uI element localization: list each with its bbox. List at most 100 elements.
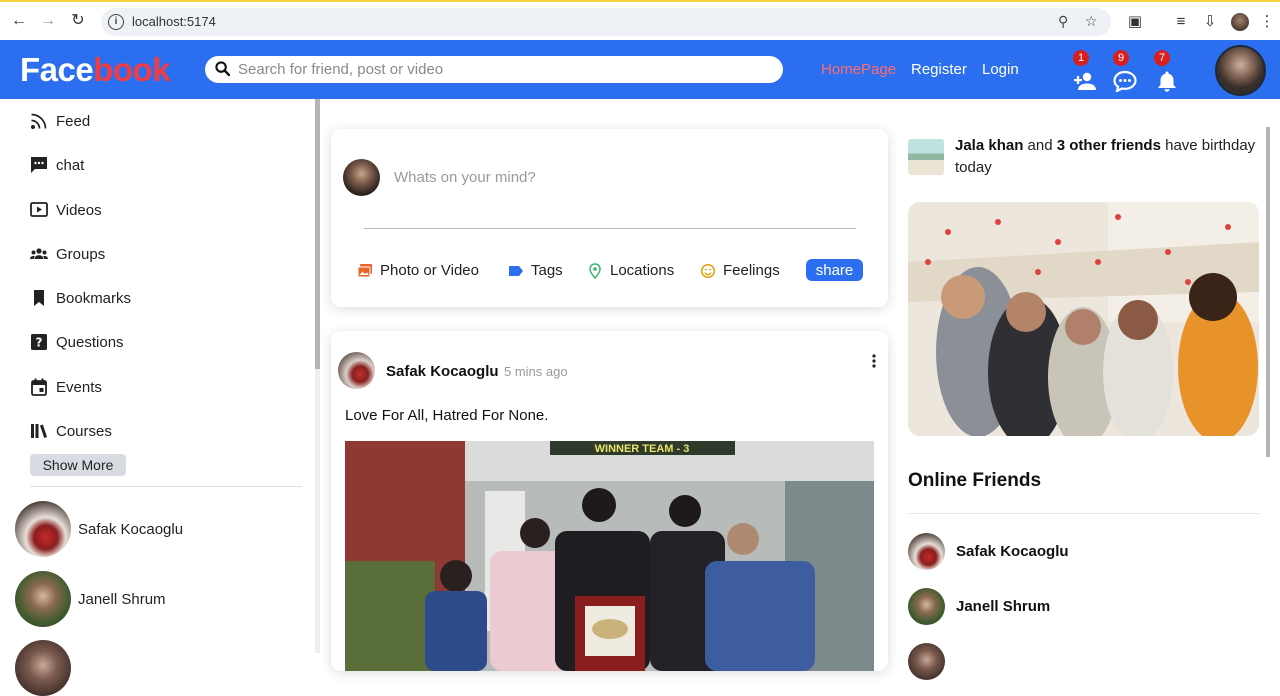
question-icon: ? [31, 334, 47, 350]
logo-part2: book [93, 51, 171, 88]
more-vertical-icon[interactable] [868, 353, 880, 369]
share-option-tags[interactable]: Tags [508, 262, 563, 279]
reload-icon[interactable]: ↻ [68, 11, 88, 31]
sidebar-item-label: Feed [56, 112, 91, 130]
notification-badge: 7 [1154, 50, 1170, 66]
avatar [908, 533, 945, 570]
online-friend[interactable]: Janell Shrum [908, 588, 1050, 625]
nav-link-homepage[interactable]: HomePage [821, 61, 896, 78]
post-image[interactable]: WINNER TEAM - 3 [345, 441, 874, 671]
messages-icon[interactable] [1113, 70, 1137, 92]
share-option-label: Locations [610, 262, 675, 279]
right-scrollbar-thumb[interactable] [1266, 127, 1270, 457]
notifications-bell-icon[interactable] [1155, 70, 1179, 92]
search-input[interactable] [238, 59, 768, 80]
share-option-feelings[interactable]: Feelings [700, 262, 780, 279]
sidebar-item-label: chat [56, 156, 85, 174]
sidebar-item-label: Videos [56, 201, 102, 219]
share-box: Whats on your mind? Photo or Video Tags … [331, 129, 888, 307]
logo-part1: Face [20, 51, 94, 88]
nav-link-register[interactable]: Register [911, 61, 967, 78]
online-friends-title: Online Friends [908, 470, 1042, 491]
browser-menu-icon[interactable]: ⋮ [1256, 11, 1278, 33]
url-text[interactable]: localhost:5174 [132, 14, 216, 29]
sidebar-item-courses[interactable]: Courses [30, 420, 112, 442]
birthday-and: and [1027, 137, 1053, 154]
online-friend[interactable] [908, 643, 956, 680]
extensions-icon[interactable]: ▣ [1124, 11, 1146, 33]
nav-link-login[interactable]: Login [982, 61, 1019, 78]
sidebar-item-label: Groups [56, 245, 106, 263]
post-card: Safak Kocaoglu 5 mins ago Love For All, … [331, 331, 888, 671]
avatar [15, 640, 71, 696]
post-text: Love For All, Hatred For None. [345, 407, 549, 424]
photo-icon [357, 263, 372, 277]
online-divider [908, 513, 1260, 514]
sidebar-item-label: Questions [56, 333, 124, 351]
share-option-label: Feelings [723, 262, 780, 279]
sidebar-friend[interactable]: Janell Shrum [15, 571, 166, 627]
browser-toolbar: ← → ↻ i localhost:5174 ⚲ ☆ ▣ ≡ ⇩ ⋮ [0, 0, 1280, 40]
online-friend[interactable]: Safak Kocaoglu [908, 533, 1069, 570]
sidebar-item-videos[interactable]: Videos [30, 199, 102, 221]
message-badge: 9 [1113, 50, 1129, 66]
sidebar-item-label: Courses [56, 422, 112, 440]
avatar[interactable] [338, 352, 375, 389]
user-avatar[interactable] [1215, 45, 1266, 96]
avatar [15, 571, 71, 627]
birthday-friend-name: Jala khan [955, 137, 1024, 154]
banner-text: WINNER TEAM - 3 [595, 443, 690, 455]
sidebar-item-bookmarks[interactable]: Bookmarks [30, 287, 131, 309]
sidebar-item-events[interactable]: Events [30, 376, 102, 398]
party-photo [908, 202, 1259, 436]
whats-on-your-mind-input[interactable]: Whats on your mind? [394, 169, 536, 186]
sidebar-item-feed[interactable]: Feed [30, 110, 90, 132]
groups-icon [30, 248, 48, 259]
share-option-photo[interactable]: Photo or Video [357, 262, 479, 279]
search-bar [205, 56, 783, 83]
sidebar-item-label: Bookmarks [56, 289, 132, 307]
birthday-party-image [908, 202, 1259, 436]
online-friend-name: Janell Shrum [956, 598, 1051, 615]
address-bar[interactable]: i localhost:5174 ⚲ ☆ [101, 8, 1111, 36]
forward-arrow-icon[interactable]: → [38, 11, 58, 31]
show-more-button[interactable]: Show More [30, 454, 126, 476]
site-info-icon[interactable]: i [108, 14, 124, 30]
share-button[interactable]: share [806, 259, 863, 281]
avatar [343, 159, 380, 196]
star-bookmark-icon[interactable]: ☆ [1085, 13, 1098, 30]
share-option-locations[interactable]: Locations [587, 262, 674, 279]
sidebar-friend[interactable]: Safak Kocaoglu [15, 501, 183, 557]
avatar [15, 501, 71, 557]
facebook-logo[interactable]: Facebook [20, 51, 171, 89]
media-queue-icon[interactable]: ≡ [1170, 11, 1192, 33]
birthday-cake-icon [908, 139, 944, 175]
location-icon [589, 262, 601, 279]
chat-icon [31, 157, 47, 173]
browser-profile-avatar[interactable] [1231, 13, 1249, 31]
post-time: 5 mins ago [504, 364, 568, 379]
zoom-icon[interactable]: ⚲ [1058, 13, 1068, 30]
sidebar-divider [30, 486, 302, 487]
left-sidebar: Feed chat Videos Groups Bookmarks ? Ques… [0, 99, 315, 696]
sidebar-item-chat[interactable]: chat [30, 154, 84, 176]
rss-feed-icon [31, 113, 47, 129]
post-photo: WINNER TEAM - 3 [345, 441, 874, 671]
avatar [908, 588, 945, 625]
friend-name: Safak Kocaoglu [78, 520, 184, 538]
download-icon[interactable]: ⇩ [1199, 11, 1221, 33]
search-icon [215, 61, 230, 76]
back-arrow-icon[interactable]: ← [9, 11, 29, 31]
friend-name: Janell Shrum [78, 590, 166, 608]
friend-request-badge: 1 [1073, 50, 1089, 66]
sidebar-item-questions[interactable]: ? Questions [30, 331, 124, 353]
share-divider [364, 228, 856, 229]
post-author[interactable]: Safak Kocaoglu [386, 363, 499, 380]
app-topbar: Facebook HomePage Register Login 1 9 7 [0, 40, 1280, 99]
sidebar-item-groups[interactable]: Groups [30, 243, 105, 265]
sidebar-friend[interactable] [15, 640, 78, 696]
add-friend-icon[interactable] [1073, 70, 1097, 92]
svg-text:?: ? [36, 336, 43, 350]
share-option-label: Photo or Video [380, 262, 479, 279]
books-icon [31, 424, 47, 438]
